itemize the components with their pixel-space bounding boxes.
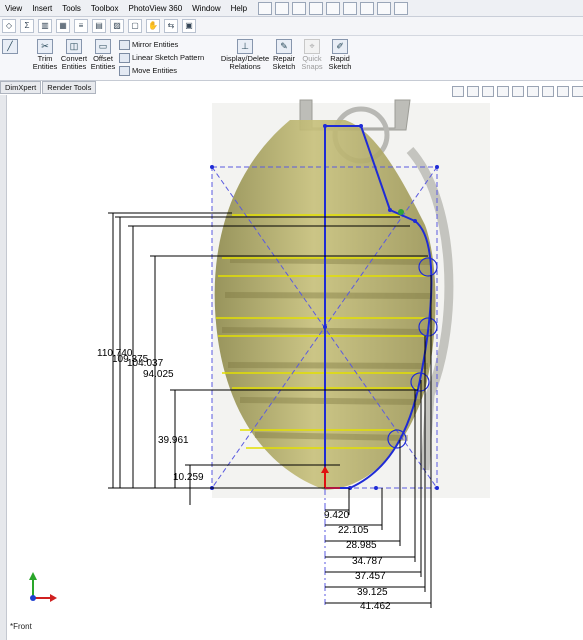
sketch-toolbar-row: ◇ Σ ▥ ▦ ≡ ▤ ▨ ▢ ✋ ⇆ ▣ <box>0 17 583 36</box>
repair-label: Repair Sketch <box>272 54 296 71</box>
graphics-area[interactable]: 110.740 109.375 104.037 94.025 39.961 10… <box>7 95 583 640</box>
rapid-sketch-label: Rapid Sketch <box>328 54 352 71</box>
dim-label[interactable]: 94.025 <box>143 369 174 380</box>
repair-icon: ✎ <box>276 39 292 54</box>
linear-sketch-pattern-button[interactable]: Linear Sketch Pattern <box>118 51 204 64</box>
grenade-photo <box>212 99 490 498</box>
offset-label: Offset Entities <box>90 54 116 71</box>
save-icon[interactable] <box>292 1 307 15</box>
chart-icon[interactable]: ▨ <box>110 19 124 33</box>
smart-dimension-icon[interactable]: ◇ <box>2 19 16 33</box>
list-icon[interactable]: ≡ <box>74 19 88 33</box>
feature-tree-collapsed-bar[interactable] <box>0 95 7 640</box>
dim-label[interactable]: 37.457 <box>355 571 386 582</box>
quick-snaps-button[interactable]: ⌖ Quick Snaps <box>298 39 326 71</box>
convert-entities-button[interactable]: ◫ Convert Entities <box>60 39 88 71</box>
trim-entities-button[interactable]: ✂ Trim Entities <box>30 39 60 71</box>
lock-icon[interactable]: ▣ <box>182 19 196 33</box>
dim-label[interactable]: 22.105 <box>338 525 369 536</box>
open-file-icon[interactable] <box>275 1 290 15</box>
trim-label: Trim Entities <box>32 54 58 71</box>
relations-label: Display/Delete Relations <box>220 54 270 71</box>
dim-label[interactable]: 39.961 <box>158 435 189 446</box>
dim-label[interactable]: 34.787 <box>352 556 383 567</box>
new-document-icon[interactable] <box>258 1 273 15</box>
repair-sketch-button[interactable]: ✎ Repair Sketch <box>270 39 298 71</box>
relations-icon: ⊥ <box>237 39 253 54</box>
dim-label[interactable]: 9.420 <box>324 510 349 521</box>
dim-label[interactable]: 39.125 <box>357 587 388 598</box>
line-tool[interactable]: ╱ <box>2 39 18 55</box>
view-orientation-label: *Front <box>10 622 32 631</box>
layout-icon[interactable]: ▥ <box>38 19 52 33</box>
file-properties-icon[interactable] <box>377 1 392 15</box>
line-icon: ╱ <box>2 39 18 54</box>
convert-label: Convert Entities <box>60 54 88 71</box>
menu-toolbox[interactable]: Toolbox <box>86 4 124 13</box>
dim-label[interactable]: 41.462 <box>360 601 391 612</box>
snaps-icon: ⌖ <box>304 39 320 54</box>
hand-icon[interactable]: ✋ <box>146 19 160 33</box>
swap-icon[interactable]: ⇆ <box>164 19 178 33</box>
offset-entities-button[interactable]: ▭ Offset Entities <box>89 39 117 71</box>
rebuild-icon[interactable] <box>360 1 375 15</box>
dim-label[interactable]: 104.037 <box>127 358 164 369</box>
grid-icon[interactable]: ▦ <box>56 19 70 33</box>
box-icon[interactable]: ▢ <box>128 19 142 33</box>
dim-label[interactable]: 28.985 <box>346 540 377 551</box>
pattern-stack: Mirror Entities Linear Sketch Pattern Mo… <box>118 38 204 77</box>
tab-dimxpert[interactable]: DimXpert <box>0 81 42 94</box>
offset-icon: ▭ <box>95 39 111 54</box>
tab-render-tools[interactable]: Render Tools <box>42 81 97 94</box>
menu-window[interactable]: Window <box>187 4 225 13</box>
mirror-entities-button[interactable]: Mirror Entities <box>118 38 204 51</box>
undo-icon[interactable] <box>326 1 341 15</box>
menu-help[interactable]: Help <box>226 4 252 13</box>
menu-bar: View Insert Tools Toolbox PhotoView 360 … <box>0 0 583 17</box>
display-delete-relations-button[interactable]: ⊥ Display/Delete Relations <box>220 39 270 71</box>
rapid-sketch-icon: ✐ <box>332 39 348 54</box>
menu-tools[interactable]: Tools <box>57 4 86 13</box>
convert-icon: ◫ <box>66 39 82 54</box>
sigma-icon[interactable]: Σ <box>20 19 34 33</box>
trim-icon: ✂ <box>37 39 53 54</box>
tab-strip: DimXpert Render Tools <box>0 81 97 94</box>
menu-view[interactable]: View <box>0 4 27 13</box>
rapid-sketch-button[interactable]: ✐ Rapid Sketch <box>326 39 354 71</box>
select-pointer-icon[interactable] <box>343 1 358 15</box>
command-manager: ╱ ✂ Trim Entities ◫ Convert Entities ▭ O… <box>0 36 583 81</box>
move-entities-button[interactable]: Move Entities <box>118 64 204 77</box>
menu-insert[interactable]: Insert <box>27 4 57 13</box>
menu-photoview[interactable]: PhotoView 360 <box>123 4 187 13</box>
dim-label[interactable]: 10.259 <box>173 472 204 483</box>
options-gear-icon[interactable] <box>394 1 409 15</box>
relation-glyph-icon <box>398 209 404 215</box>
axis-triad-icon <box>29 572 57 602</box>
table-icon[interactable]: ▤ <box>92 19 106 33</box>
quick-access-toolbar <box>258 1 409 15</box>
print-icon[interactable] <box>309 1 324 15</box>
snaps-label: Quick Snaps <box>301 54 323 71</box>
